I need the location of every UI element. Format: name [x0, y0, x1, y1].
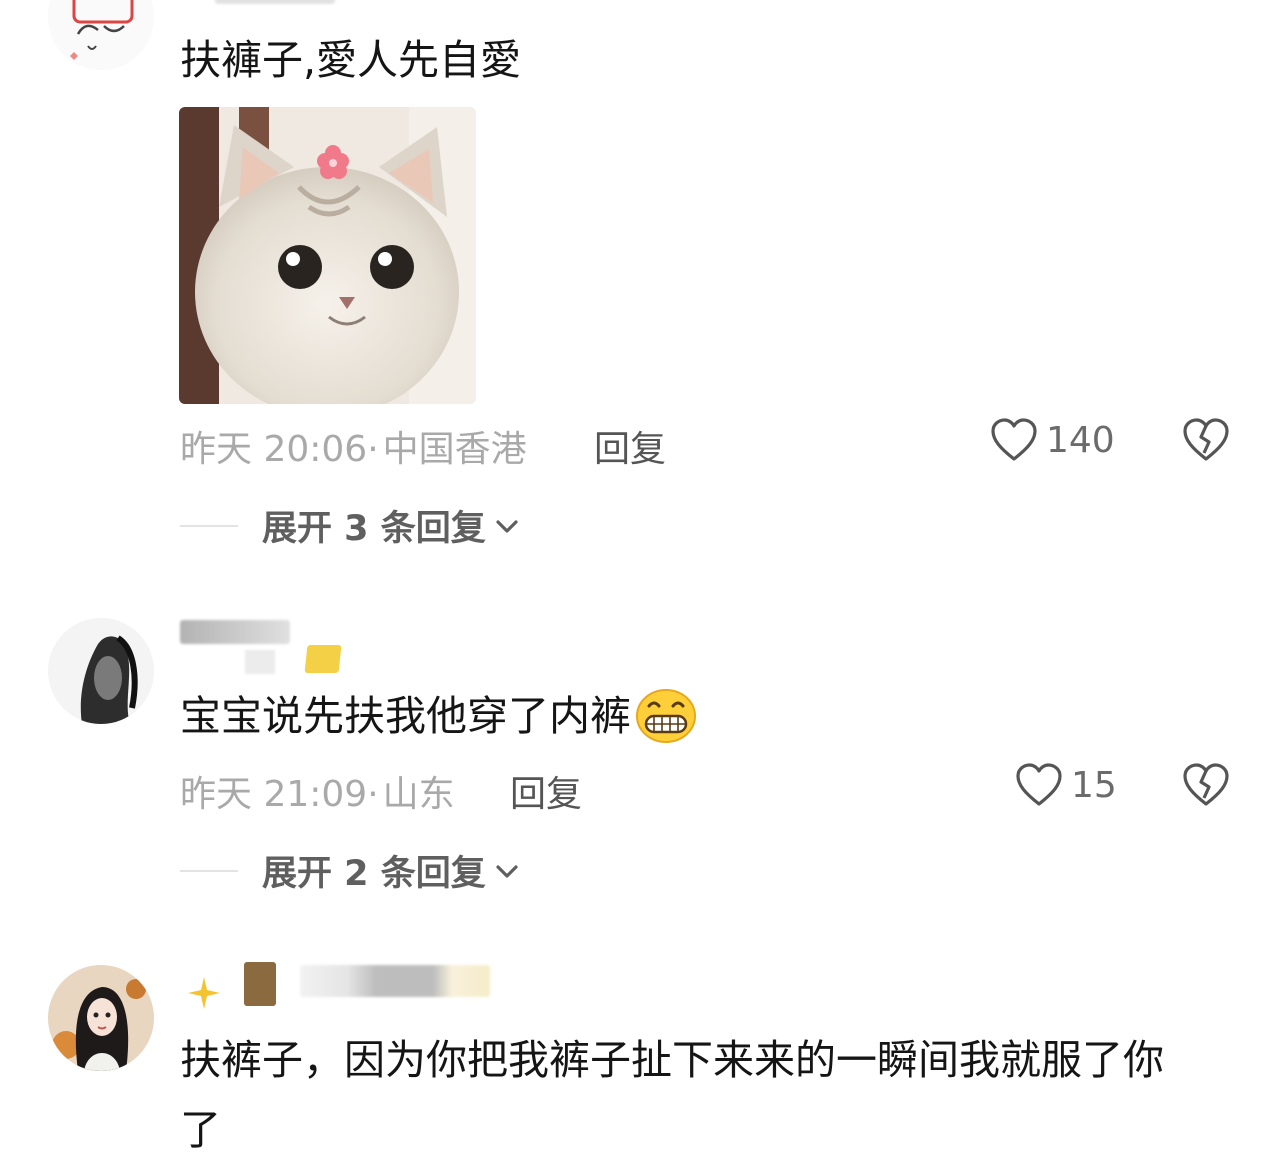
expand-replies[interactable]: 展开 3 条回复 [180, 500, 520, 551]
badge-icon [304, 645, 342, 673]
meta-separator: · [367, 429, 379, 470]
reply-button[interactable]: 回复 [510, 765, 582, 817]
reply-button[interactable]: 回复 [594, 420, 666, 472]
sparkle-icon [186, 975, 222, 1011]
nickname-obscured[interactable] [215, 0, 335, 4]
like-button[interactable]: 15 [1015, 762, 1117, 808]
badge-icon [244, 962, 276, 1006]
comment-text: 扶裤子，因为你把我裤子扯下来来的一瞬间我就服了你 [180, 1036, 1164, 1084]
heart-outline-icon [1016, 763, 1062, 806]
avatar[interactable] [48, 965, 154, 1071]
like-count: 15 [1071, 764, 1117, 806]
heart-outline-icon [991, 418, 1037, 461]
chevron-down-icon [496, 864, 518, 878]
comment-text: 扶褲子,愛人先自愛 [180, 36, 522, 84]
dislike-button[interactable] [1182, 762, 1230, 808]
comment-time: 昨天 20:06 [180, 429, 368, 470]
expand-replies-label: 展开 2 条回复 [262, 854, 486, 894]
divider [180, 524, 238, 527]
avatar[interactable] [48, 618, 154, 724]
meta-separator: · [367, 774, 379, 815]
chevron-down-icon [496, 519, 518, 533]
comment-text: 宝宝说先扶我他穿了内裤 [180, 692, 631, 740]
grinning-face-icon [636, 689, 696, 743]
like-count: 140 [1046, 419, 1115, 461]
comment-image[interactable] [179, 107, 476, 404]
comment-time: 昨天 21:09 [180, 774, 368, 815]
comment-location: 山东 [382, 774, 455, 815]
comment-location: 中国香港 [382, 429, 527, 470]
expand-replies[interactable]: 展开 2 条回复 [180, 845, 520, 896]
like-button[interactable]: 140 [990, 417, 1115, 463]
badge-obscured [245, 650, 275, 674]
comment-meta: 昨天 21:09· 山东 [180, 765, 455, 817]
nickname-obscured[interactable] [300, 965, 490, 997]
dislike-button[interactable] [1182, 417, 1230, 463]
divider [180, 869, 238, 872]
comment-content: 宝宝说先扶我他穿了内裤 [180, 688, 697, 744]
broken-heart-icon [1183, 763, 1229, 806]
avatar[interactable] [48, 0, 154, 70]
broken-heart-icon [1183, 418, 1229, 461]
expand-replies-label: 展开 3 条回复 [262, 509, 486, 549]
comment-text: 了 [180, 1106, 221, 1154]
comment-meta: 昨天 20:06· 中国香港 [180, 420, 527, 472]
nickname-obscured[interactable] [180, 620, 290, 644]
